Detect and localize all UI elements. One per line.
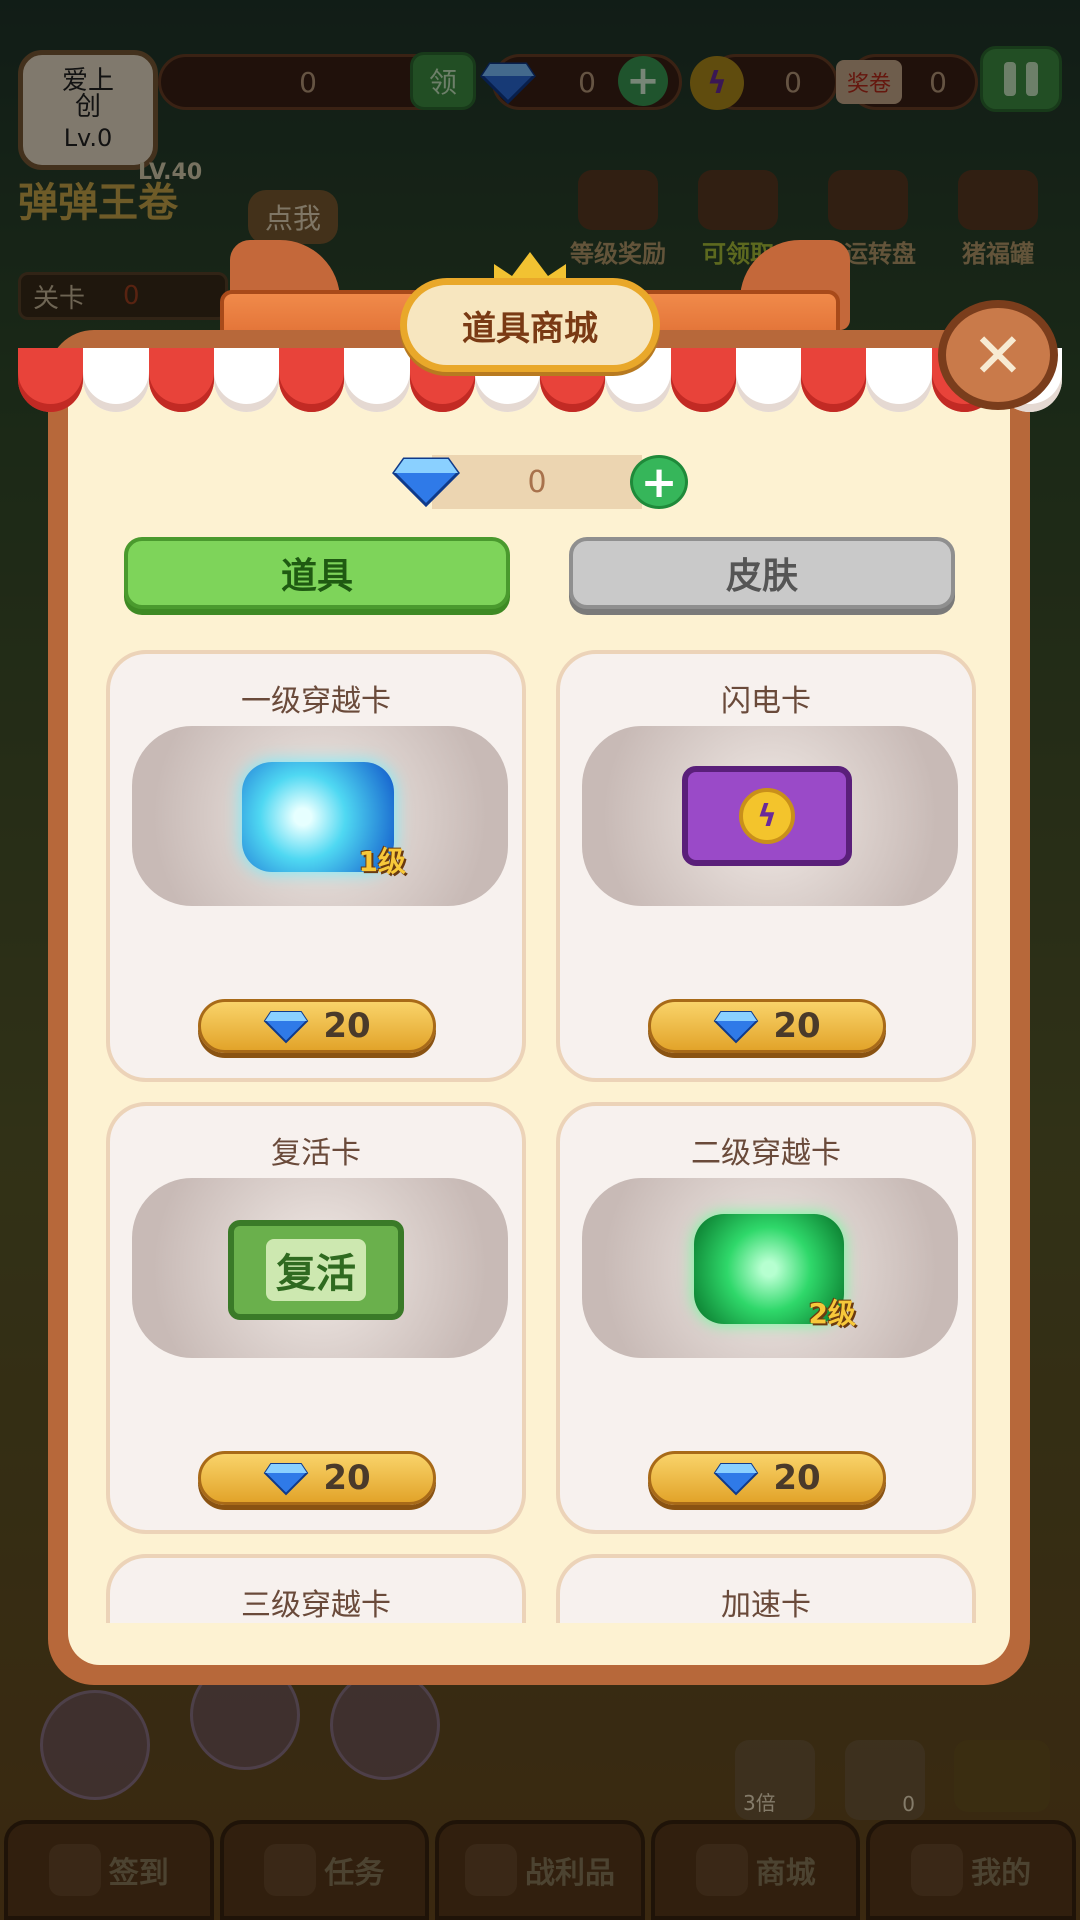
- price-value: 20: [773, 1458, 821, 1498]
- item-name: 二级穿越卡: [691, 1136, 841, 1171]
- item-image: 1级: [132, 726, 508, 906]
- revive-card-icon: 复活: [228, 1220, 404, 1320]
- item-card[interactable]: 二级穿越卡 2级 20: [556, 1102, 976, 1534]
- item-image: ϟ: [582, 726, 958, 906]
- lightning-card-icon: ϟ: [682, 766, 852, 866]
- item-card[interactable]: 三级穿越卡: [106, 1554, 526, 1623]
- close-button[interactable]: ✕: [938, 300, 1058, 410]
- buy-button[interactable]: 20: [198, 999, 436, 1053]
- tab-skins[interactable]: 皮肤: [569, 537, 955, 609]
- item-card[interactable]: 一级穿越卡 1级 20: [106, 650, 526, 1082]
- item-card[interactable]: 闪电卡 ϟ 20: [556, 650, 976, 1082]
- item-image: 复活: [132, 1178, 508, 1358]
- level-tag: 1级: [358, 845, 406, 878]
- item-name: 闪电卡: [721, 684, 811, 719]
- item-card[interactable]: 加速卡: [556, 1554, 976, 1623]
- price-value: 20: [773, 1006, 821, 1046]
- buy-button[interactable]: 20: [198, 1451, 436, 1505]
- item-name: 三级穿越卡: [241, 1588, 391, 1623]
- price-value: 20: [323, 1458, 371, 1498]
- level-tag: 2级: [808, 1297, 856, 1330]
- buy-button[interactable]: 20: [648, 1451, 886, 1505]
- item-name: 加速卡: [721, 1588, 811, 1623]
- gem-icon: [264, 1463, 309, 1496]
- gem-icon: [264, 1011, 309, 1044]
- item-card[interactable]: 复活卡 复活 20: [106, 1102, 526, 1534]
- item-name: 一级穿越卡: [241, 684, 391, 719]
- modal-title: 道具商城: [400, 278, 660, 372]
- item-name: 复活卡: [271, 1136, 361, 1171]
- item-grid: 一级穿越卡 1级 20 闪电卡 ϟ 20 复活卡 复活 20 二级穿越卡 2级 …: [70, 650, 1010, 1623]
- price-value: 20: [323, 1006, 371, 1046]
- tab-items[interactable]: 道具: [124, 537, 510, 609]
- gem-balance-value: 0: [432, 455, 642, 509]
- gem-icon: [714, 1463, 759, 1496]
- gem-balance: 0 +: [392, 455, 688, 509]
- gem-icon: [392, 457, 460, 508]
- add-gems-button[interactable]: +: [630, 455, 688, 509]
- gem-icon: [714, 1011, 759, 1044]
- revive-card-text: 复活: [266, 1239, 366, 1301]
- buy-button[interactable]: 20: [648, 999, 886, 1053]
- item-image: 2级: [582, 1178, 958, 1358]
- close-icon: ✕: [972, 318, 1024, 392]
